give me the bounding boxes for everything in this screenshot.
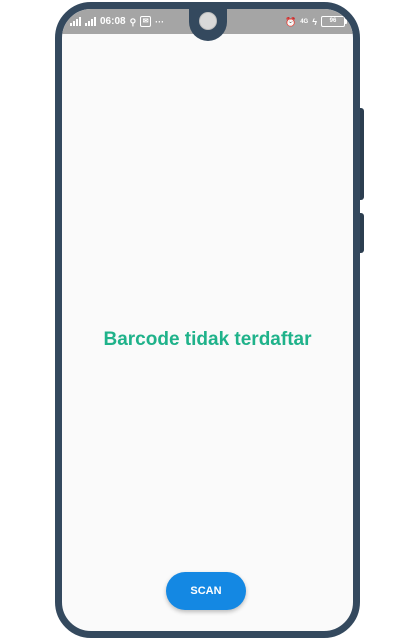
status-time: 06:08 <box>100 16 126 27</box>
alarm-icon: ⏰ <box>285 16 297 27</box>
scan-button[interactable]: SCAN <box>166 572 246 610</box>
barcode-status-message: Barcode tidak terdaftar <box>103 329 312 350</box>
screenshot-stage: 06:08 ⚲ ✉ ··· ⏰ 4G ϟ 96 Barcode tidak te… <box>0 0 420 640</box>
status-bar-right: ⏰ 4G ϟ 96 <box>285 15 347 28</box>
battery-icon: 96 <box>321 16 347 27</box>
network-speed-icon: 4G <box>300 18 309 25</box>
signal-4g-icon <box>85 17 96 26</box>
usb-icon: ⚲ <box>129 16 137 27</box>
phone-frame: 06:08 ⚲ ✉ ··· ⏰ 4G ϟ 96 Barcode tidak te… <box>55 2 360 638</box>
signal-icon <box>70 17 81 26</box>
charging-icon: ϟ <box>312 16 317 27</box>
battery-level: 96 <box>329 18 337 24</box>
status-bar-left: 06:08 ⚲ ✉ ··· <box>70 15 164 28</box>
notification-app-icon: ✉ <box>140 16 152 27</box>
display-notch <box>188 9 227 41</box>
front-camera-icon <box>198 12 217 30</box>
more-icon: ··· <box>155 16 165 27</box>
